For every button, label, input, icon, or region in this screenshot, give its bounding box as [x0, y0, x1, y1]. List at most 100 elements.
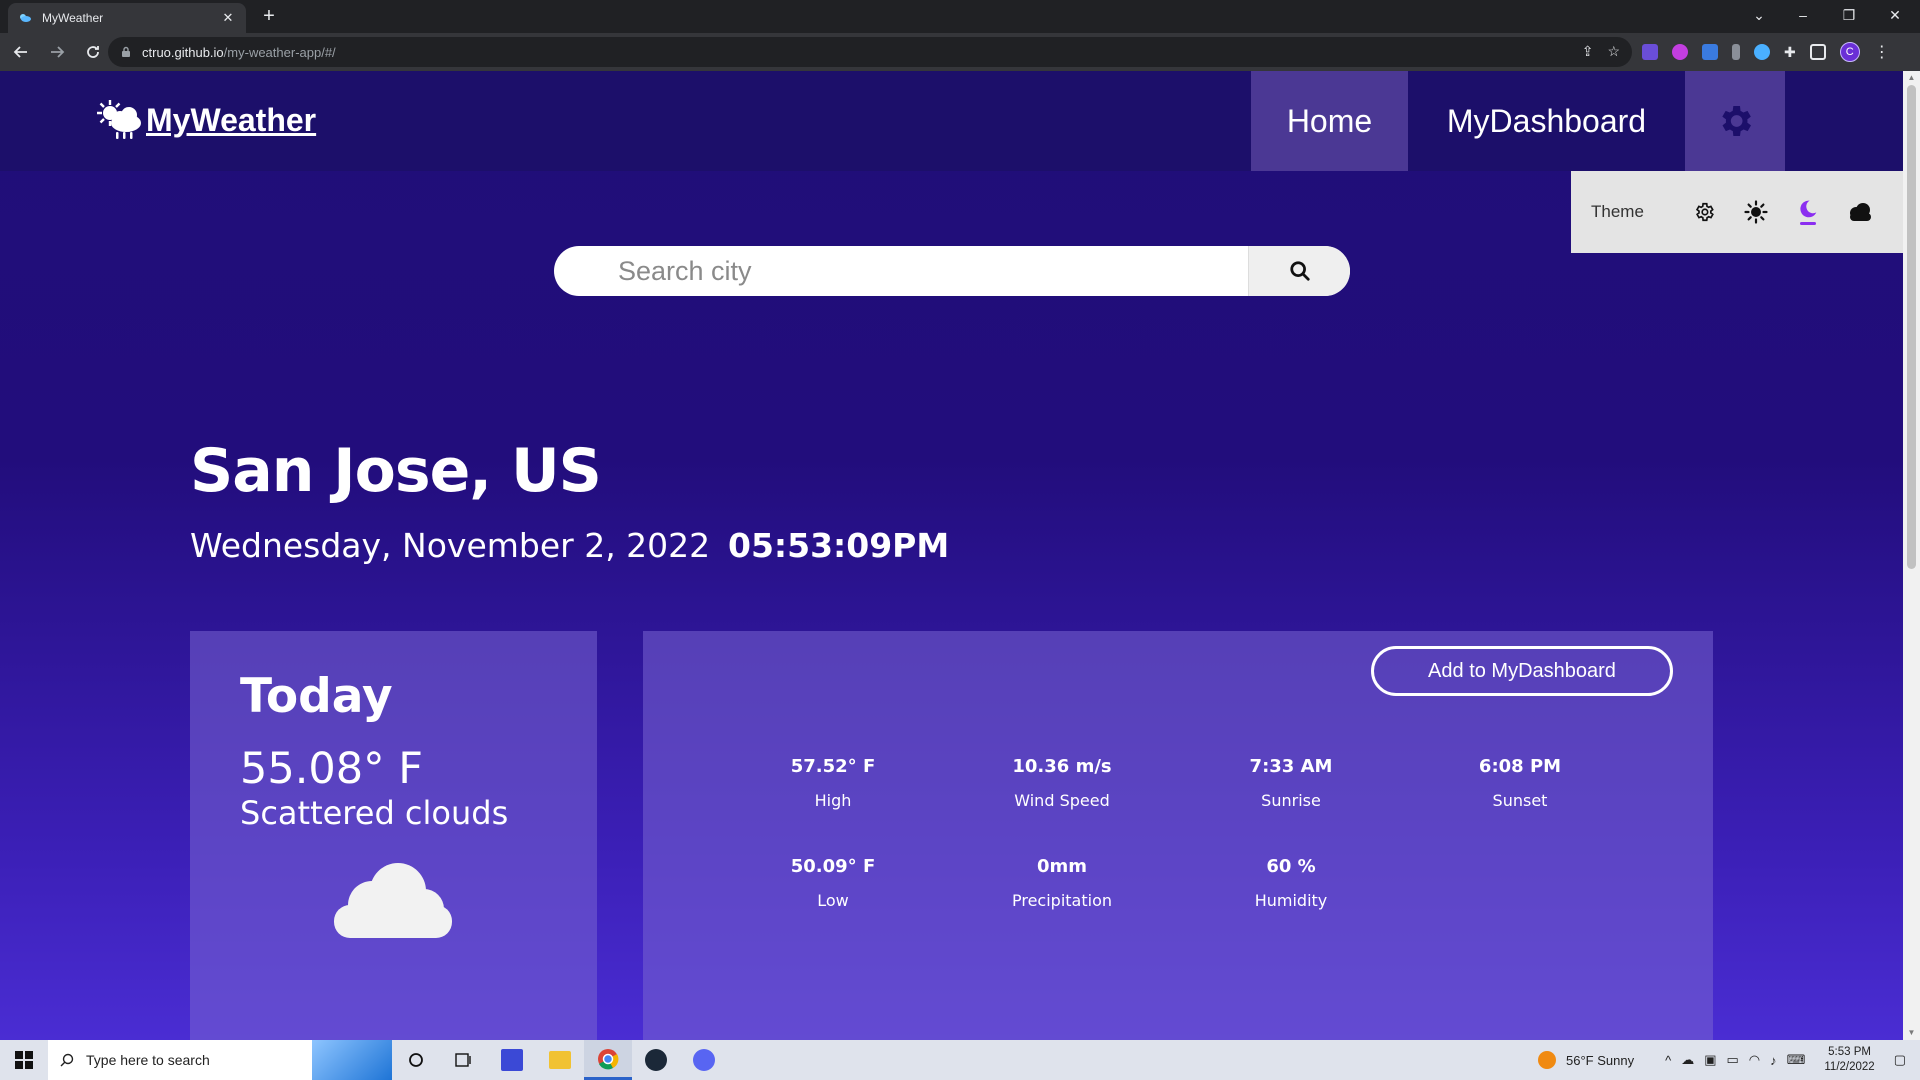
cortana-icon[interactable] — [392, 1040, 440, 1080]
stat-value: 60 % — [1266, 856, 1316, 877]
weather-widget[interactable]: 56°F Sunny — [1538, 1051, 1634, 1069]
stat-value: 57.52° F — [790, 756, 876, 777]
page-scrollbar[interactable]: ▲ ▼ — [1903, 71, 1920, 1040]
extension-icon[interactable] — [1642, 44, 1658, 60]
today-title: Today — [240, 669, 393, 724]
stat-humidity: 60 % Humidity — [1191, 856, 1391, 910]
theme-label: Theme — [1591, 202, 1644, 221]
windows-logo-icon — [15, 1051, 33, 1069]
today-card: Today 55.08° F Scattered clouds — [190, 631, 597, 1040]
start-button[interactable] — [0, 1040, 48, 1080]
stat-label: Humidity — [1254, 891, 1328, 910]
stat-label: Precipitation — [1011, 891, 1112, 910]
logo-text: MyWeather — [146, 101, 317, 138]
tab-close-icon[interactable]: ✕ — [220, 10, 236, 26]
extension-icon[interactable] — [1702, 44, 1718, 60]
stat-precipitation: 0mm Precipitation — [962, 856, 1162, 910]
battery-icon[interactable]: ▭ — [1726, 1052, 1738, 1068]
chrome-taskbar-icon[interactable] — [584, 1040, 632, 1080]
onedrive-icon[interactable]: ☁ — [1681, 1052, 1694, 1068]
current-date: Wednesday, November 2, 2022 — [190, 526, 711, 565]
profile-avatar[interactable]: C — [1839, 42, 1860, 62]
search-button[interactable] — [1248, 246, 1350, 296]
stat-value: 10.36 m/s — [1012, 756, 1112, 777]
nav-mydashboard-link[interactable]: MyDashboard — [1408, 71, 1685, 171]
search-icon — [60, 1053, 74, 1067]
stat-wind-speed: 10.36 m/s Wind Speed — [962, 756, 1162, 810]
search-city-input[interactable] — [554, 246, 1248, 296]
scroll-up-icon[interactable]: ▲ — [1907, 73, 1916, 83]
add-to-dashboard-button[interactable]: Add to MyDashboard — [1371, 646, 1673, 696]
cloud-icon — [1849, 203, 1871, 221]
stat-label: Sunrise — [1261, 791, 1321, 810]
browser-tab-bar: MyWeather ✕ + ⌄ – ❐ ✕ — [0, 0, 1920, 33]
reload-icon[interactable] — [78, 37, 108, 67]
close-window-icon[interactable]: ✕ — [1872, 7, 1918, 24]
chrome-menu-icon[interactable]: ⋮ — [1874, 42, 1890, 62]
wifi-icon[interactable]: ◠ — [1749, 1052, 1760, 1068]
current-time: 05:53:09PM — [728, 526, 950, 565]
sunny-icon — [1538, 1051, 1556, 1069]
extensions-bar: ✚ C ⋮ — [1632, 37, 1890, 67]
keyboard-icon[interactable]: ⌨ — [1787, 1052, 1806, 1068]
today-description: Scattered clouds — [240, 794, 509, 832]
taskbar-search-box[interactable]: Type here to search — [48, 1040, 392, 1080]
weather-logo-icon — [97, 100, 141, 139]
url-text: ctruo.github.io/my-weather-app/#/ — [142, 45, 336, 60]
back-icon[interactable] — [6, 37, 36, 67]
gear-icon — [1722, 106, 1751, 136]
browser-toolbar: ctruo.github.io/my-weather-app/#/ ⇪ ☆ ✚ … — [0, 33, 1920, 71]
theme-system-option[interactable] — [1678, 192, 1730, 232]
discord-icon[interactable] — [680, 1040, 728, 1080]
extension-icon[interactable] — [1754, 44, 1770, 60]
restore-icon[interactable]: ❐ — [1826, 7, 1872, 24]
tab-search-icon[interactable]: ⌄ — [1736, 7, 1782, 24]
url-host: ctruo.github.io — [142, 44, 224, 60]
omnibox-actions: ⇪ ☆ — [1582, 43, 1620, 60]
browser-tab[interactable]: MyWeather ✕ — [8, 3, 246, 33]
search-highlight-image — [312, 1040, 392, 1080]
settings-button[interactable] — [1685, 71, 1785, 171]
steam-icon[interactable] — [632, 1040, 680, 1080]
stat-label: Low — [817, 891, 849, 910]
app-logo[interactable]: MyWeather — [96, 99, 316, 141]
bookmark-star-icon[interactable]: ☆ — [1607, 43, 1620, 60]
file-explorer-icon[interactable] — [536, 1040, 584, 1080]
stat-low: 50.09° F Low — [733, 856, 933, 910]
windows-taskbar: Type here to search 56°F Sunny ^ ☁ ▣ ▭ ◠… — [0, 1040, 1920, 1080]
scroll-down-icon[interactable]: ▼ — [1907, 1028, 1916, 1038]
theme-cloud-option[interactable] — [1834, 192, 1886, 232]
app-icon[interactable] — [488, 1040, 536, 1080]
scroll-thumb[interactable] — [1907, 85, 1916, 569]
stat-value: 6:08 PM — [1478, 756, 1562, 777]
task-view-icon[interactable] — [440, 1040, 488, 1080]
tray-overflow-icon[interactable]: ^ — [1665, 1053, 1671, 1068]
share-icon[interactable]: ⇪ — [1582, 43, 1594, 60]
search-bar — [554, 246, 1350, 296]
meet-now-icon[interactable]: ▣ — [1704, 1052, 1716, 1068]
new-tab-button[interactable]: + — [258, 6, 280, 28]
address-bar[interactable]: ctruo.github.io/my-weather-app/#/ ⇪ ☆ — [108, 37, 1632, 67]
theme-light-option[interactable] — [1730, 192, 1782, 232]
city-title: San Jose, US — [190, 436, 602, 506]
cloud-icon — [334, 863, 452, 938]
stat-label: Wind Speed — [1014, 791, 1110, 810]
side-panel-icon[interactable] — [1809, 44, 1826, 60]
lock-icon — [122, 46, 130, 57]
taskbar-clock[interactable]: 5:53 PM 11/2/2022 — [1824, 1045, 1874, 1075]
puzzle-extensions-icon[interactable]: ✚ — [1784, 44, 1796, 61]
theme-dark-option[interactable] — [1782, 192, 1834, 232]
selected-underline — [1799, 222, 1816, 225]
minimize-icon[interactable]: – — [1780, 7, 1826, 23]
nav-home-link[interactable]: Home — [1251, 71, 1408, 171]
moon-icon — [1800, 200, 1817, 218]
forward-icon[interactable] — [42, 37, 72, 67]
stat-sunset: 6:08 PM Sunset — [1420, 756, 1620, 810]
extension-icon[interactable] — [1672, 44, 1688, 60]
today-temperature: 55.08° F — [240, 744, 424, 794]
notifications-icon[interactable]: ▢ — [1894, 1052, 1906, 1068]
theme-dropdown: Theme — [1571, 171, 1903, 253]
weather-favicon-icon — [18, 11, 32, 25]
volume-icon[interactable]: ♪ — [1770, 1053, 1777, 1068]
extension-icon[interactable] — [1732, 44, 1740, 60]
